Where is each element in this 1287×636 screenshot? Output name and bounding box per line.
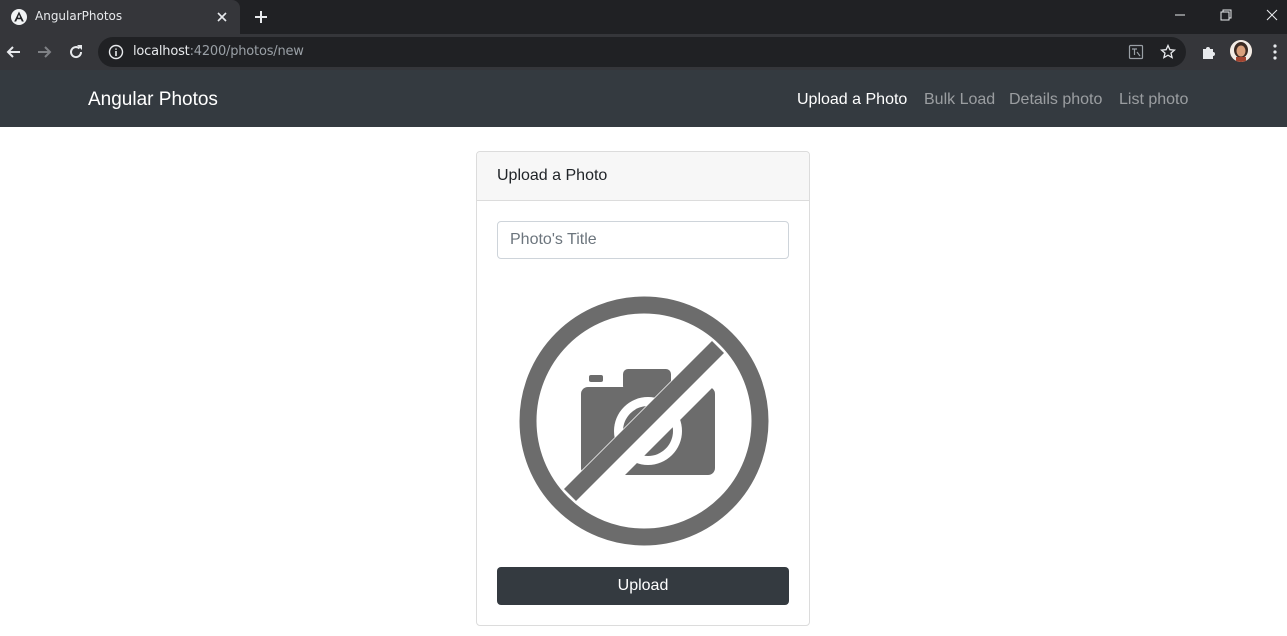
nav-link-upload-photo[interactable]: Upload a Photo — [797, 91, 907, 109]
tab-title: AngularPhotos — [35, 9, 123, 23]
browser-tab[interactable]: AngularPhotos — [0, 0, 240, 34]
no-camera-icon[interactable] — [519, 296, 769, 546]
translate-icon[interactable] — [1128, 44, 1144, 60]
bookmark-star-icon[interactable] — [1160, 44, 1176, 60]
photo-title-input[interactable] — [497, 221, 789, 259]
restore-icon[interactable] — [1216, 6, 1236, 24]
url-text: localhost:4200/photos/new — [133, 44, 304, 59]
avatar-icon — [1230, 40, 1252, 62]
card-header: Upload a Photo — [477, 152, 809, 201]
minimize-icon[interactable] — [1170, 6, 1190, 24]
extensions-puzzle-icon[interactable] — [1199, 42, 1219, 62]
site-info-icon[interactable] — [108, 44, 124, 60]
reload-icon[interactable] — [66, 42, 86, 62]
app-navbar: Angular Photos Upload a Photo Bulk Load … — [0, 70, 1287, 127]
close-tab-icon[interactable] — [214, 9, 230, 25]
new-tab-icon[interactable] — [252, 8, 270, 26]
url-host: localhost — [133, 44, 190, 59]
upload-button[interactable]: Upload — [497, 567, 789, 605]
nav-link-list-photo[interactable]: List photo — [1119, 91, 1188, 109]
profile-avatar[interactable] — [1230, 40, 1252, 62]
url-path: :4200/photos/new — [189, 44, 304, 59]
browser-toolbar: localhost:4200/photos/new — [0, 34, 1287, 70]
angular-logo-icon — [11, 9, 27, 25]
back-arrow-icon[interactable] — [4, 42, 24, 62]
navbar-brand[interactable]: Angular Photos — [88, 89, 218, 111]
browser-tab-strip: AngularPhotos — [0, 0, 1287, 34]
forward-arrow-icon[interactable] — [34, 42, 54, 62]
upload-photo-card: Upload a Photo Upload — [476, 151, 810, 626]
menu-dots-icon[interactable] — [1265, 42, 1285, 62]
close-window-icon[interactable] — [1262, 6, 1282, 24]
nav-link-details-photo[interactable]: Details photo — [1009, 91, 1102, 109]
nav-link-bulk-load[interactable]: Bulk Load — [924, 91, 995, 109]
address-bar[interactable]: localhost:4200/photos/new — [98, 37, 1186, 67]
